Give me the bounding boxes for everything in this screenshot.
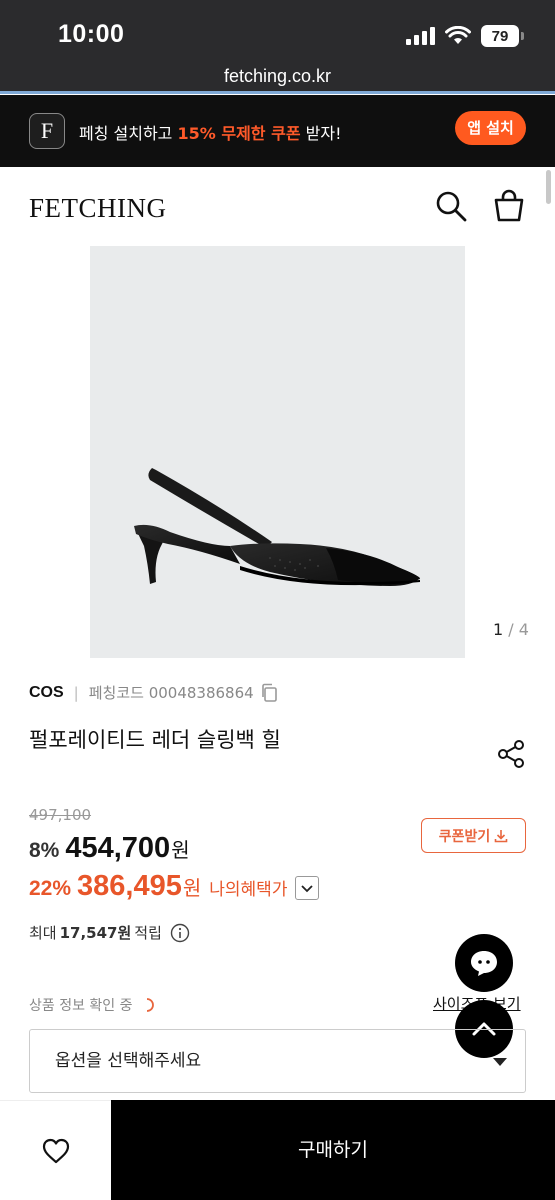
site-header: FETCHING [0,167,555,245]
loading-spinner-icon [146,998,154,1012]
original-price: 497,100 [29,806,92,824]
product-title: 펄포레이티드 레더 슬링백 힐 [29,728,281,752]
coupon-button-label: 쿠폰받기 [438,828,491,845]
caret-down-icon [493,1058,507,1066]
battery-icon: 79 [481,25,524,47]
site-logo[interactable]: FETCHING [29,193,167,224]
buy-button[interactable]: 구매하기 [111,1100,555,1200]
status-time: 10:00 [58,20,125,48]
search-icon[interactable] [434,189,468,223]
wifi-icon [445,26,471,44]
status-bar: 10:00 79 [0,0,555,62]
points-suffix: 적립 [134,924,162,942]
status-text: 상품 정보 확인 중 [29,998,133,1014]
info-icon[interactable] [170,923,190,943]
sale-price-row: 8% 454,700 원 [29,832,190,865]
install-app-button[interactable]: 앱 설치 [455,111,526,145]
reward-points: 최대 17,547원 적립 [29,922,190,943]
chat-button[interactable] [455,934,513,992]
bottom-action-bar: 구매하기 [0,1100,555,1200]
app-promo-banner: F 페칭 설치하고 15% 무제한 쿠폰 받자! 앱 설치 [0,95,555,167]
chevron-down-icon [301,885,314,893]
product-code: 페칭코드 00048386864 [88,684,254,702]
image-counter-total: 4 [518,620,529,639]
share-icon[interactable] [497,739,527,769]
download-icon [494,829,508,842]
option-placeholder: 옵션을 선택해주세요 [55,1051,202,1071]
promo-text: 페칭 설치하고 15% 무제한 쿠폰 받자! [79,120,342,144]
promo-highlight: 15% 무제한 쿠폰 [177,124,301,143]
currency-unit: 원 [171,838,190,862]
sale-price: 454,700 [65,832,171,864]
my-discount-percent: 22% [29,877,72,900]
brand-row: COS | 페칭코드 00048386864 [29,682,278,703]
promo-text-before: 페칭 설치하고 [79,124,178,143]
brand-name[interactable]: COS [29,684,64,702]
scrollbar[interactable] [546,170,551,204]
shopping-bag-icon[interactable] [492,189,526,223]
copy-icon[interactable] [260,683,278,703]
cellular-signal-icon [406,27,435,45]
option-select[interactable]: 옵션을 선택해주세요 [29,1029,526,1093]
image-counter: 1 / 4 [493,620,529,639]
points-amount: 17,547원 [59,924,132,942]
my-benefit-label: 나의혜택가 [209,880,288,900]
get-coupon-button[interactable]: 쿠폰받기 [421,818,526,853]
chat-icon [471,951,497,976]
product-image[interactable] [90,246,465,658]
promo-text-after: 받자! [300,124,342,143]
my-price-row: 22% 386,495 원 나의혜택가 [29,870,320,903]
wishlist-button[interactable] [0,1100,111,1200]
product-status: 상품 정보 확인 중 [29,995,155,1015]
image-counter-separator: / [503,620,519,639]
my-price: 386,495 [77,870,182,902]
heart-icon [42,1138,69,1163]
browser-url[interactable]: fetching.co.kr [0,62,555,94]
slingback-heel-image [134,468,420,586]
benefit-toggle-button[interactable] [295,876,320,900]
app-logo-icon: F [29,113,65,149]
status-icons: 79 [406,24,524,48]
divider: | [73,683,79,702]
my-price-currency: 원 [182,876,202,900]
image-counter-current: 1 [493,620,504,639]
points-prefix: 최대 [29,924,57,942]
discount-percent: 8% [29,839,60,862]
